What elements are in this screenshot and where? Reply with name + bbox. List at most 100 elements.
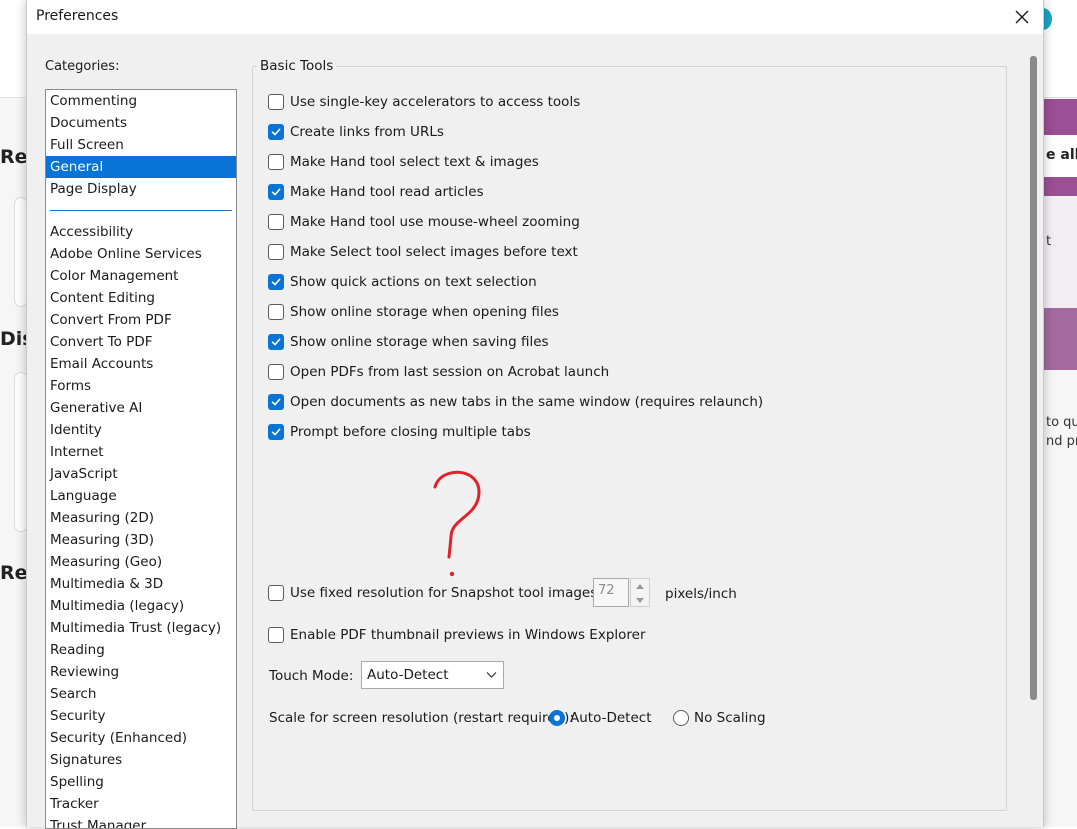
- category-item-commenting[interactable]: Commenting: [46, 90, 236, 112]
- category-item-signatures[interactable]: Signatures: [46, 749, 236, 771]
- basic-tool-option[interactable]: Make Hand tool use mouse-wheel zooming: [268, 212, 580, 232]
- category-item-general[interactable]: General: [46, 156, 236, 178]
- category-list-rest: AccessibilityAdobe Online ServicesColor …: [46, 221, 236, 829]
- option-label: Open documents as new tabs in the same w…: [290, 394, 763, 410]
- basic-tool-option[interactable]: Show online storage when opening files: [268, 302, 559, 322]
- basic-tool-option[interactable]: Make Hand tool read articles: [268, 182, 484, 202]
- panel-scrollbar[interactable]: [1030, 56, 1037, 700]
- category-item-convert-to-pdf[interactable]: Convert To PDF: [46, 331, 236, 353]
- scale-no-scaling-label: No Scaling: [694, 710, 766, 726]
- basic-tool-option[interactable]: Show online storage when saving files: [268, 332, 549, 352]
- category-item-language[interactable]: Language: [46, 485, 236, 507]
- option-checkbox[interactable]: [268, 244, 284, 260]
- option-label: Make Select tool select images before te…: [290, 244, 578, 260]
- dialog-title: Preferences: [36, 8, 118, 24]
- basic-tool-option[interactable]: Use single-key accelerators to access to…: [268, 92, 580, 112]
- option-checkbox[interactable]: [268, 424, 284, 440]
- snapshot-resolution-input[interactable]: 72: [593, 578, 629, 607]
- category-item-content-editing[interactable]: Content Editing: [46, 287, 236, 309]
- option-checkbox[interactable]: [268, 364, 284, 380]
- touch-mode-value: Auto-Detect: [367, 667, 448, 683]
- basic-tool-option[interactable]: Open PDFs from last session on Acrobat l…: [268, 362, 609, 382]
- option-checkbox[interactable]: [268, 154, 284, 170]
- option-label: Make Hand tool read articles: [290, 184, 484, 200]
- category-item-tracker[interactable]: Tracker: [46, 793, 236, 815]
- category-item-measuring-2d[interactable]: Measuring (2D): [46, 507, 236, 529]
- basic-tool-option[interactable]: Make Select tool select images before te…: [268, 242, 578, 262]
- option-checkbox[interactable]: [268, 304, 284, 320]
- category-item-multimedia-legacy[interactable]: Multimedia (legacy): [46, 595, 236, 617]
- category-item-multimedia-trust-legacy[interactable]: Multimedia Trust (legacy): [46, 617, 236, 639]
- category-item-internet[interactable]: Internet: [46, 441, 236, 463]
- checkmark-icon: [271, 397, 281, 407]
- close-button[interactable]: [1009, 4, 1035, 30]
- snapshot-resolution-unit: pixels/inch: [665, 586, 737, 602]
- category-item-spelling[interactable]: Spelling: [46, 771, 236, 793]
- category-item-forms[interactable]: Forms: [46, 375, 236, 397]
- stepper-down-button[interactable]: [631, 593, 649, 607]
- basic-tool-option[interactable]: Create links from URLs: [268, 122, 444, 142]
- checkmark-icon: [271, 127, 281, 137]
- snapshot-resolution-checkbox[interactable]: [268, 585, 284, 601]
- close-icon: [1015, 10, 1029, 24]
- scale-auto-detect-label: Auto-Detect: [570, 710, 651, 726]
- option-checkbox[interactable]: [268, 94, 284, 110]
- category-item-reading[interactable]: Reading: [46, 639, 236, 661]
- option-checkbox[interactable]: [268, 334, 284, 350]
- scale-option-no-scaling[interactable]: No Scaling: [673, 709, 766, 727]
- option-checkbox[interactable]: [268, 124, 284, 140]
- category-item-javascript[interactable]: JavaScript: [46, 463, 236, 485]
- basic-tool-option[interactable]: Show quick actions on text selection: [268, 272, 537, 292]
- category-item-email-accounts[interactable]: Email Accounts: [46, 353, 236, 375]
- checkmark-icon: [271, 277, 281, 287]
- scale-auto-detect-radio[interactable]: [549, 710, 565, 726]
- touch-mode-label: Touch Mode:: [269, 668, 353, 684]
- basic-tool-option[interactable]: Make Hand tool select text & images: [268, 152, 539, 172]
- dialog-titlebar: Preferences: [27, 0, 1043, 34]
- basic-tool-option[interactable]: Open documents as new tabs in the same w…: [268, 392, 763, 412]
- scale-resolution-label: Scale for screen resolution (restart req…: [269, 710, 574, 726]
- category-item-generative-ai[interactable]: Generative AI: [46, 397, 236, 419]
- scale-no-scaling-radio[interactable]: [673, 710, 689, 726]
- option-label: Show online storage when opening files: [290, 304, 559, 320]
- category-item-documents[interactable]: Documents: [46, 112, 236, 134]
- category-item-accessibility[interactable]: Accessibility: [46, 221, 236, 243]
- category-item-color-management[interactable]: Color Management: [46, 265, 236, 287]
- option-label: Create links from URLs: [290, 124, 444, 140]
- snapshot-resolution-stepper[interactable]: [630, 578, 650, 607]
- option-checkbox[interactable]: [268, 274, 284, 290]
- category-item-measuring-3d[interactable]: Measuring (3D): [46, 529, 236, 551]
- snapshot-resolution-label: Use fixed resolution for Snapshot tool i…: [290, 585, 602, 601]
- option-label: Show online storage when saving files: [290, 334, 549, 350]
- category-item-multimedia-3d[interactable]: Multimedia & 3D: [46, 573, 236, 595]
- option-checkbox[interactable]: [268, 184, 284, 200]
- stepper-up-button[interactable]: [631, 579, 649, 593]
- snapshot-resolution-option[interactable]: Use fixed resolution for Snapshot tool i…: [268, 583, 602, 603]
- background-panel: [1044, 196, 1077, 308]
- thumbnail-preview-option[interactable]: Enable PDF thumbnail previews in Windows…: [268, 625, 646, 645]
- basic-tool-option[interactable]: Prompt before closing multiple tabs: [268, 422, 531, 442]
- category-item-full-screen[interactable]: Full Screen: [46, 134, 236, 156]
- category-item-adobe-online-services[interactable]: Adobe Online Services: [46, 243, 236, 265]
- scale-option-auto-detect[interactable]: Auto-Detect: [549, 709, 651, 727]
- category-item-page-display[interactable]: Page Display: [46, 178, 236, 200]
- category-item-convert-from-pdf[interactable]: Convert From PDF: [46, 309, 236, 331]
- category-item-identity[interactable]: Identity: [46, 419, 236, 441]
- thumbnail-preview-checkbox[interactable]: [268, 627, 284, 643]
- option-checkbox[interactable]: [268, 394, 284, 410]
- checkmark-icon: [271, 187, 281, 197]
- chevron-up-icon: [636, 584, 644, 589]
- background-banner: [1044, 177, 1077, 196]
- category-item-security[interactable]: Security: [46, 705, 236, 727]
- option-checkbox[interactable]: [268, 214, 284, 230]
- touch-mode-select[interactable]: Auto-Detect: [361, 661, 504, 689]
- category-item-reviewing[interactable]: Reviewing: [46, 661, 236, 683]
- category-item-measuring-geo[interactable]: Measuring (Geo): [46, 551, 236, 573]
- option-label: Prompt before closing multiple tabs: [290, 424, 531, 440]
- background-text: nd pre: [1046, 434, 1077, 449]
- category-item-security-enhanced[interactable]: Security (Enhanced): [46, 727, 236, 749]
- categories-list[interactable]: Commenting Documents Full Screen General…: [45, 89, 237, 829]
- category-item-search[interactable]: Search: [46, 683, 236, 705]
- checkmark-icon: [271, 337, 281, 347]
- chevron-down-icon: [486, 669, 497, 680]
